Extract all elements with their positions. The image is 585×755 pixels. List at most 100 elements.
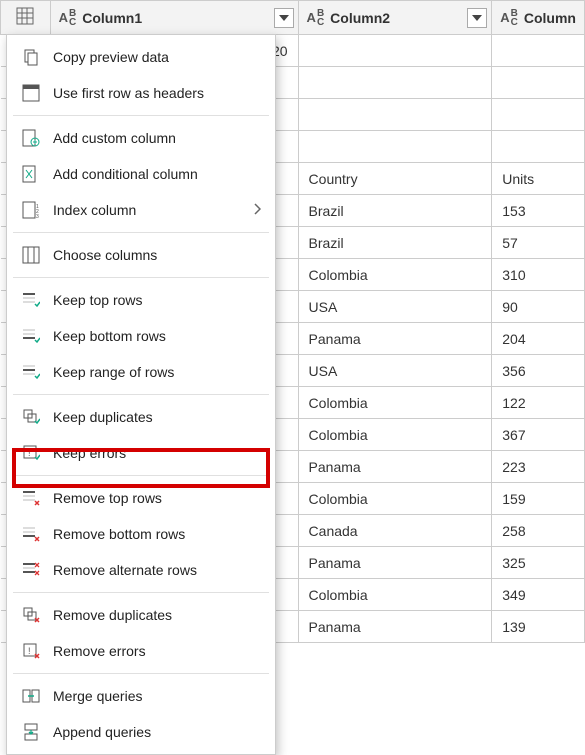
menu-add-conditional-column[interactable]: Add conditional column <box>7 156 275 192</box>
cell: 204 <box>492 323 585 355</box>
keep-duplicates-icon <box>21 407 41 427</box>
cell: Brazil <box>298 195 492 227</box>
menu-label: Keep errors <box>53 445 126 461</box>
header-row: ABC Column1 ABC Column2 ABC Column <box>1 1 585 35</box>
table-icon <box>16 12 34 28</box>
cell: Country <box>298 163 492 195</box>
cell: Panama <box>298 547 492 579</box>
choose-columns-icon <box>21 245 41 265</box>
cell: 57 <box>492 227 585 259</box>
menu-keep-range-of-rows[interactable]: Keep range of rows <box>7 354 275 390</box>
cell: Colombia <box>298 419 492 451</box>
chevron-right-icon <box>253 202 261 218</box>
menu-add-custom-column[interactable]: Add custom column <box>7 120 275 156</box>
cell: 310 <box>492 259 585 291</box>
menu-index-column[interactable]: 123 Index column <box>7 192 275 228</box>
menu-remove-alternate-rows[interactable]: Remove alternate rows <box>7 552 275 588</box>
keep-range-icon <box>21 362 41 382</box>
cell: Canada <box>298 515 492 547</box>
menu-label: Remove errors <box>53 643 146 659</box>
menu-copy-preview-data[interactable]: Copy preview data <box>7 39 275 75</box>
svg-text:!: ! <box>28 448 31 458</box>
column-name: Column2 <box>330 10 390 26</box>
cell <box>492 35 585 67</box>
cell: Units <box>492 163 585 195</box>
menu-label: Index column <box>53 202 136 218</box>
cell: 356 <box>492 355 585 387</box>
menu-label: Choose columns <box>53 247 157 263</box>
copy-icon <box>21 47 41 67</box>
cell: 258 <box>492 515 585 547</box>
cell <box>298 35 492 67</box>
menu-label: Remove bottom rows <box>53 526 185 542</box>
merge-icon <box>21 686 41 706</box>
remove-duplicates-icon <box>21 605 41 625</box>
index-column-icon: 123 <box>21 200 41 220</box>
menu-remove-duplicates[interactable]: Remove duplicates <box>7 597 275 633</box>
remove-alternate-icon <box>21 560 41 580</box>
filter-dropdown-icon[interactable] <box>467 8 487 28</box>
cell: 349 <box>492 579 585 611</box>
menu-remove-bottom-rows[interactable]: Remove bottom rows <box>7 516 275 552</box>
cell: USA <box>298 355 492 387</box>
type-text-icon: ABC <box>500 8 518 28</box>
menu-merge-queries[interactable]: Merge queries <box>7 678 275 714</box>
menu-label: Copy preview data <box>53 49 169 65</box>
menu-label: Remove top rows <box>53 490 162 506</box>
cell: 122 <box>492 387 585 419</box>
menu-label: Keep bottom rows <box>53 328 166 344</box>
cell: Colombia <box>298 259 492 291</box>
cell: 325 <box>492 547 585 579</box>
cell: 367 <box>492 419 585 451</box>
column-header-1[interactable]: ABC Column1 <box>50 1 298 35</box>
conditional-column-icon <box>21 164 41 184</box>
menu-keep-top-rows[interactable]: Keep top rows <box>7 282 275 318</box>
keep-bottom-icon <box>21 326 41 346</box>
menu-label: Keep range of rows <box>53 364 174 380</box>
cell: 153 <box>492 195 585 227</box>
menu-keep-duplicates[interactable]: Keep duplicates <box>7 399 275 435</box>
menu-label: Remove duplicates <box>53 607 172 623</box>
cell: Panama <box>298 323 492 355</box>
table-corner-menu[interactable] <box>1 1 51 35</box>
keep-top-icon <box>21 290 41 310</box>
cell: Panama <box>298 451 492 483</box>
column-header-3[interactable]: ABC Column <box>492 1 585 35</box>
column-name: Column <box>524 10 576 26</box>
cell: 139 <box>492 611 585 643</box>
cell: USA <box>298 291 492 323</box>
menu-label: Use first row as headers <box>53 85 204 101</box>
menu-label: Append queries <box>53 724 151 740</box>
column-header-2[interactable]: ABC Column2 <box>298 1 492 35</box>
cell: Colombia <box>298 483 492 515</box>
menu-append-queries[interactable]: Append queries <box>7 714 275 750</box>
menu-use-first-row-as-headers[interactable]: Use first row as headers <box>7 75 275 111</box>
menu-remove-top-rows[interactable]: Remove top rows <box>7 480 275 516</box>
menu-label: Add conditional column <box>53 166 198 182</box>
cell: Colombia <box>298 579 492 611</box>
menu-choose-columns[interactable]: Choose columns <box>7 237 275 273</box>
svg-text:3: 3 <box>36 214 39 219</box>
remove-bottom-icon <box>21 524 41 544</box>
remove-top-icon <box>21 488 41 508</box>
cell: Panama <box>298 611 492 643</box>
custom-column-icon <box>21 128 41 148</box>
menu-keep-errors[interactable]: ! Keep errors <box>7 435 275 471</box>
menu-label: Keep duplicates <box>53 409 153 425</box>
svg-text:!: ! <box>28 646 31 656</box>
menu-keep-bottom-rows[interactable]: Keep bottom rows <box>7 318 275 354</box>
append-icon <box>21 722 41 742</box>
menu-label: Remove alternate rows <box>53 562 197 578</box>
menu-remove-errors[interactable]: ! Remove errors <box>7 633 275 669</box>
column-name: Column1 <box>82 10 142 26</box>
menu-label: Keep top rows <box>53 292 143 308</box>
keep-errors-icon: ! <box>21 443 41 463</box>
cell: 159 <box>492 483 585 515</box>
context-menu: Copy preview data Use first row as heade… <box>6 34 276 755</box>
menu-label: Add custom column <box>53 130 176 146</box>
cell: 223 <box>492 451 585 483</box>
menu-label: Merge queries <box>53 688 143 704</box>
cell: Brazil <box>298 227 492 259</box>
type-text-icon: ABC <box>307 8 325 28</box>
filter-dropdown-icon[interactable] <box>274 8 294 28</box>
